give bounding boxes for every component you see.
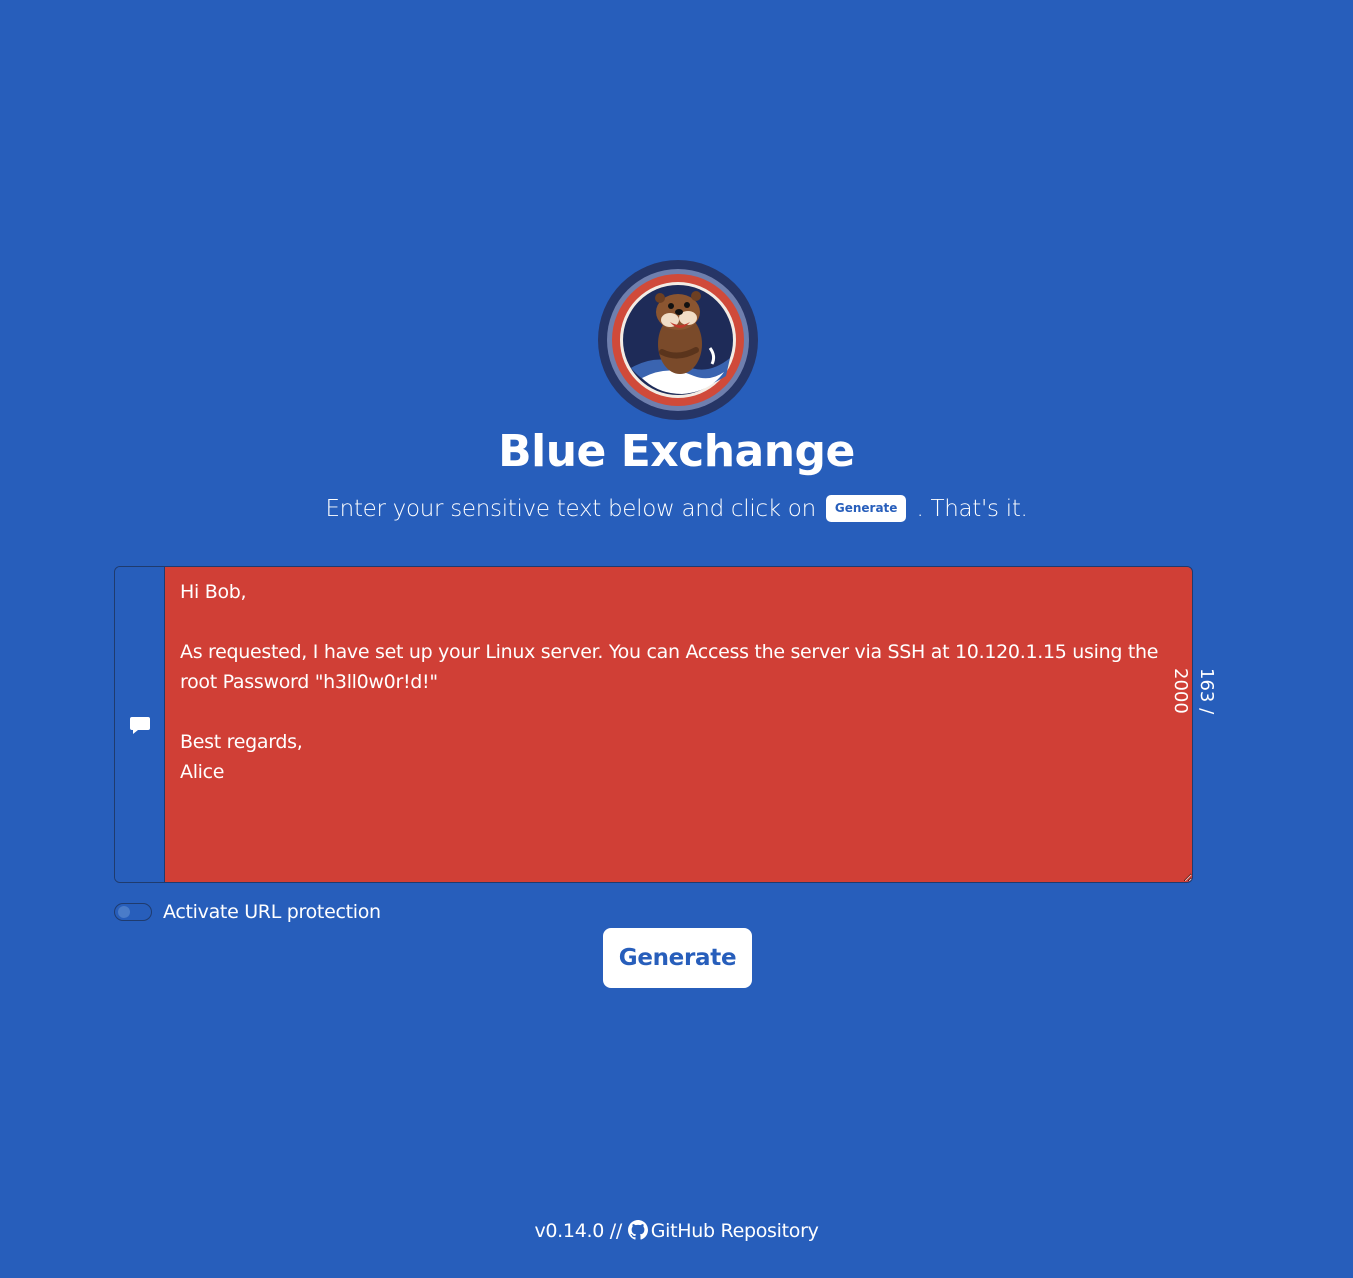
- intro-text-after: . That's it.: [916, 496, 1028, 522]
- github-repository-label: GitHub Repository: [650, 1220, 819, 1242]
- intro-text-before: Enter your sensitive text below and clic…: [325, 496, 816, 522]
- comment-icon: [129, 716, 150, 734]
- inline-generate-badge: Generate: [825, 495, 907, 522]
- message-textarea[interactable]: Hi Bob, As requested, I have set up your…: [165, 567, 1192, 882]
- url-protection-row: Activate URL protection: [114, 897, 381, 927]
- generate-button[interactable]: Generate: [603, 928, 752, 988]
- intro-text: Enter your sensitive text below and clic…: [0, 492, 1353, 526]
- version-text: v0.14.0 //: [534, 1220, 622, 1242]
- message-input-group: Hi Bob, As requested, I have set up your…: [114, 566, 1193, 883]
- toggle-knob: [118, 906, 130, 918]
- message-input-prepend: [115, 567, 165, 882]
- footer: v0.14.0 // GitHub Repository: [0, 1217, 1353, 1245]
- page-title: Blue Exchange: [498, 426, 855, 477]
- page: Blue Exchange Enter your sensitive text …: [0, 0, 1353, 1278]
- otter-logo: [598, 260, 758, 420]
- github-icon: [627, 1220, 648, 1240]
- github-repository-link[interactable]: GitHub Repository: [627, 1220, 819, 1242]
- url-protection-label[interactable]: Activate URL protection: [163, 897, 381, 927]
- character-counter: 163 / 2000: [1170, 668, 1217, 715]
- url-protection-toggle[interactable]: [114, 903, 152, 921]
